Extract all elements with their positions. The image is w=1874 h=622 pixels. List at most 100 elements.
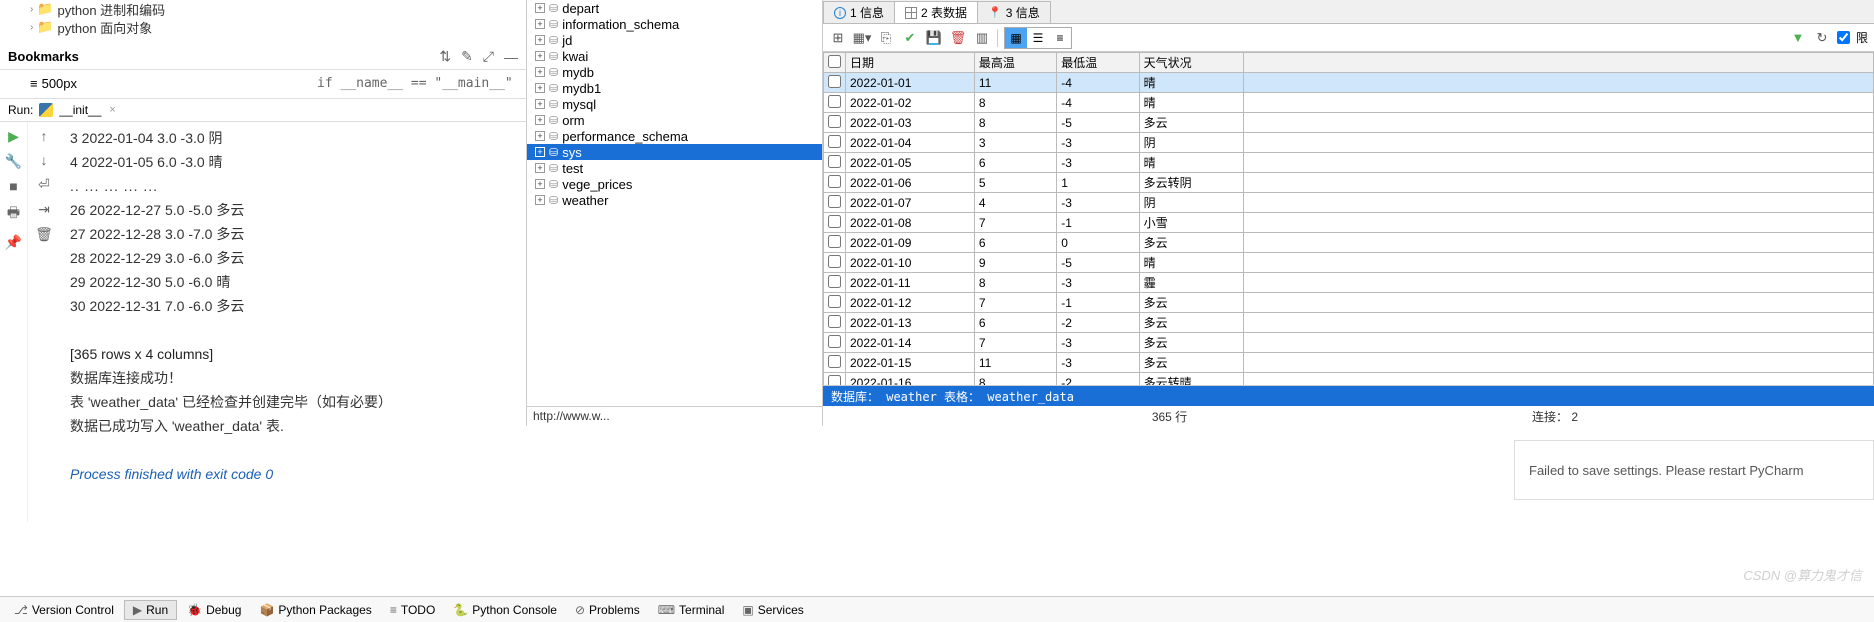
expand-icon[interactable]: + [535, 83, 545, 93]
pin-icon[interactable]: 📌 [5, 234, 22, 251]
tree-label: python 进制和编码 [58, 0, 166, 19]
expand-icon[interactable]: + [535, 35, 545, 45]
expand-icon[interactable]: + [535, 3, 545, 13]
trash-icon[interactable]: 🗑 [35, 226, 53, 243]
expand-icon[interactable]: + [535, 147, 545, 157]
db-item-sys[interactable]: +⛁sys [527, 144, 822, 160]
expand-icon[interactable]: + [535, 51, 545, 61]
error-notice: Failed to save settings. Please restart … [1514, 440, 1874, 500]
db-label: orm [562, 113, 584, 128]
tree-item[interactable]: ›📁python 面向对象 [30, 18, 526, 36]
table-row[interactable]: 2022-01-0960多云 [824, 233, 1874, 253]
table-row[interactable]: 2022-01-087-1小雪 [824, 213, 1874, 233]
table-row[interactable]: 2022-01-028-4晴 [824, 93, 1874, 113]
expand-icon[interactable]: + [535, 67, 545, 77]
columns-icon[interactable]: ▥ [973, 29, 991, 47]
db-item-orm[interactable]: +⛁orm [527, 112, 822, 128]
db-item-test[interactable]: +⛁test [527, 160, 822, 176]
table-row[interactable]: 2022-01-043-3阴 [824, 133, 1874, 153]
add-row-icon[interactable]: ⊞ [829, 29, 847, 47]
expand-icon[interactable]: + [535, 19, 545, 29]
wrap-icon[interactable]: ⏎ [38, 176, 50, 193]
tool-debug[interactable]: 🐞Debug [179, 601, 249, 619]
table-row[interactable]: 2022-01-118-3霾 [824, 273, 1874, 293]
db-item-depart[interactable]: +⛁depart [527, 0, 822, 16]
scroll-icon[interactable]: ⇥ [38, 201, 50, 218]
tool-problems[interactable]: ⊘Problems [567, 601, 648, 619]
tool-services[interactable]: ▣Services [734, 601, 811, 619]
table-row[interactable]: 2022-01-056-3晴 [824, 153, 1874, 173]
limit-checkbox[interactable] [1837, 31, 1850, 44]
table-row[interactable]: 2022-01-147-3多云 [824, 333, 1874, 353]
table-row[interactable]: 2022-01-168-2多云转晴 [824, 373, 1874, 387]
db-item-jd[interactable]: +⛁jd [527, 32, 822, 48]
expand-icon[interactable]: ⤢ [483, 48, 494, 65]
up-icon[interactable]: ↑ [41, 128, 48, 144]
view-text-button[interactable]: ≡ [1049, 28, 1071, 48]
wrench-icon[interactable]: 🔧 [5, 153, 22, 170]
view-form-button[interactable]: ☰ [1027, 28, 1049, 48]
table-row[interactable]: 2022-01-127-1多云 [824, 293, 1874, 313]
tool-version-control[interactable]: ⎇Version Control [6, 601, 122, 619]
tree-item[interactable]: ›📁python 进制和编码 [30, 0, 526, 18]
table-row[interactable]: 2022-01-0651多云转阴 [824, 173, 1874, 193]
breadcrumb[interactable]: ≡500px [30, 76, 77, 91]
db-item-mydb1[interactable]: +⛁mydb1 [527, 80, 822, 96]
column-header[interactable]: 最低温 [1057, 53, 1139, 73]
expand-icon[interactable]: + [535, 163, 545, 173]
play-icon[interactable]: ▶ [8, 128, 19, 145]
stop-icon[interactable]: ■ [9, 178, 17, 194]
table-row[interactable]: 2022-01-136-2多云 [824, 313, 1874, 333]
select-all-header[interactable] [824, 53, 846, 73]
tool-todo[interactable]: ≡TODO [382, 601, 443, 619]
down-icon[interactable]: ↓ [41, 152, 48, 168]
tab-info1[interactable]: i1 信息 [823, 1, 895, 23]
minus-icon[interactable]: — [504, 49, 518, 65]
table-row[interactable]: 2022-01-074-3阴 [824, 193, 1874, 213]
expand-icon[interactable]: + [535, 131, 545, 141]
filter-icon[interactable]: ▼ [1789, 29, 1807, 47]
expand-icon[interactable]: + [535, 99, 545, 109]
view-grid-button[interactable]: ▦ [1005, 28, 1027, 48]
save-icon[interactable]: 💾 [925, 29, 943, 47]
column-header[interactable]: 日期 [846, 53, 975, 73]
db-item-mysql[interactable]: +⛁mysql [527, 96, 822, 112]
tool-terminal[interactable]: ⌨Terminal [650, 601, 733, 619]
db-item-weather[interactable]: +⛁weather [527, 192, 822, 208]
table-row[interactable]: 2022-01-0111-4晴 [824, 73, 1874, 93]
print-icon[interactable]: 🖶 [7, 202, 20, 226]
run-tab-name[interactable]: __init__ [59, 103, 101, 117]
check-icon[interactable]: ✔ [901, 29, 919, 47]
refresh-icon[interactable]: ↻ [1813, 29, 1831, 47]
filter-icon[interactable]: ⇅ [439, 48, 451, 65]
database-icon: ⛁ [549, 194, 558, 207]
tab-info2[interactable]: 📍3 信息 [977, 1, 1051, 23]
db-item-performance_schema[interactable]: +⛁performance_schema [527, 128, 822, 144]
project-tree[interactable]: ›📁python 进制和编码 ›📁python 面向对象 [0, 0, 526, 36]
db-item-mydb[interactable]: +⛁mydb [527, 64, 822, 80]
console-output[interactable]: 3 2022-01-04 3.0 -3.0 阴4 2022-01-05 6.0 … [60, 122, 402, 522]
column-header[interactable]: 最高温 [974, 53, 1056, 73]
table-row[interactable]: 2022-01-038-5多云 [824, 113, 1874, 133]
db-item-vege_prices[interactable]: +⛁vege_prices [527, 176, 822, 192]
expand-icon[interactable]: + [535, 115, 545, 125]
expand-icon[interactable]: + [535, 179, 545, 189]
db-item-kwai[interactable]: +⛁kwai [527, 48, 822, 64]
folder-icon: 📁 [37, 1, 53, 17]
copy-row-icon[interactable]: ⎘ [877, 29, 895, 47]
delete-icon[interactable]: 🗑 [949, 29, 967, 47]
column-header[interactable]: 天气状况 [1139, 53, 1243, 73]
tool-python-packages[interactable]: 📦Python Packages [251, 601, 379, 619]
edit-icon[interactable]: ✎ [461, 48, 473, 65]
expand-icon[interactable]: + [535, 195, 545, 205]
tool-python-console[interactable]: 🐍Python Console [445, 601, 565, 619]
table-row[interactable]: 2022-01-1511-3多云 [824, 353, 1874, 373]
database-tree[interactable]: +⛁depart+⛁information_schema+⛁jd+⛁kwai+⛁… [527, 0, 822, 208]
table-row[interactable]: 2022-01-109-5晴 [824, 253, 1874, 273]
data-grid[interactable]: 日期最高温最低温天气状况2022-01-0111-4晴2022-01-028-4… [823, 52, 1874, 386]
tab-table-data[interactable]: 2 表数据 [894, 1, 978, 23]
tool-run[interactable]: ▶Run [124, 600, 177, 620]
db-item-information_schema[interactable]: +⛁information_schema [527, 16, 822, 32]
close-icon[interactable]: × [109, 104, 115, 116]
insert-icon[interactable]: ▦▾ [853, 29, 871, 47]
